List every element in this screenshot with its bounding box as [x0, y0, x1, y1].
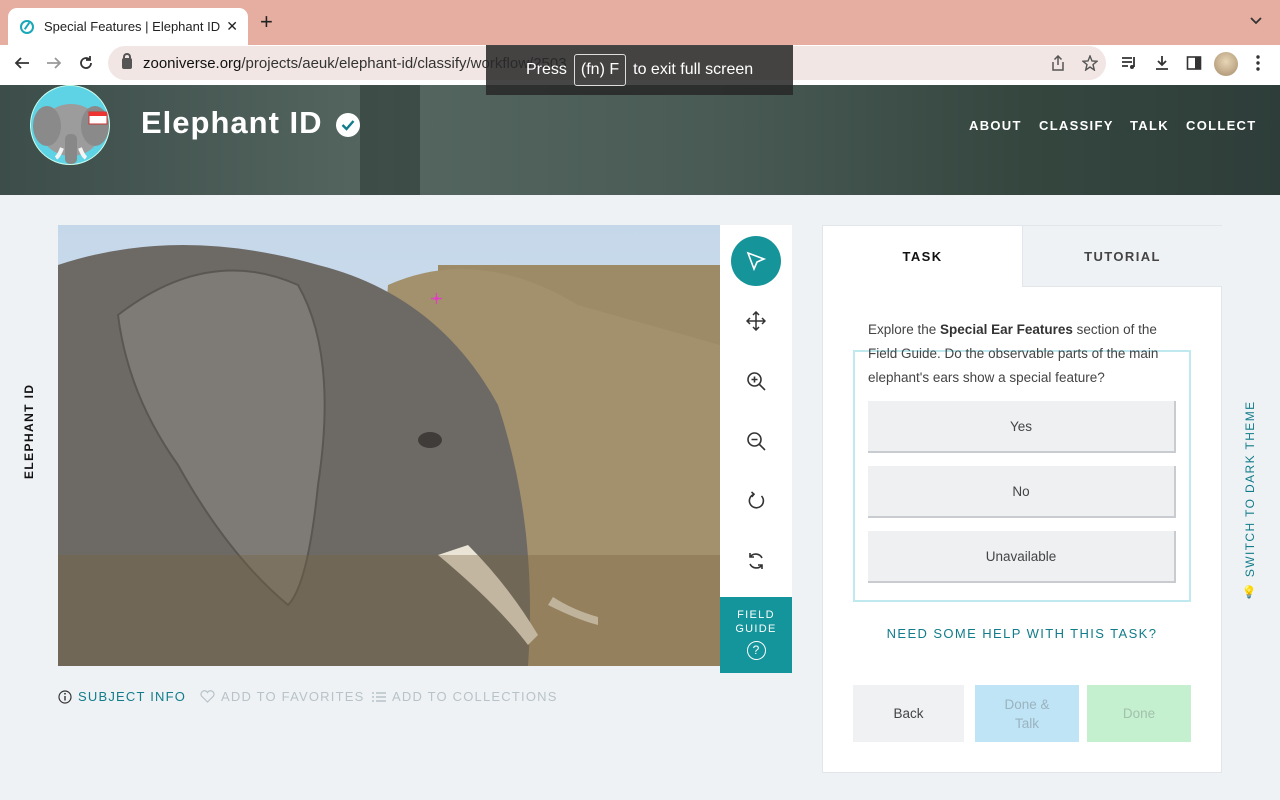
browser-tab-bar: Special Features | Elephant ID ✕ + — [0, 0, 1280, 45]
verified-check-icon — [336, 113, 360, 137]
task-question: Explore the Special Ear Features section… — [868, 322, 1159, 385]
zoom-out-icon — [747, 432, 766, 451]
back-arrow-icon[interactable] — [10, 51, 34, 75]
zoom-out-button[interactable] — [736, 421, 776, 461]
annotate-pointer-button[interactable] — [731, 236, 781, 286]
lock-icon — [122, 52, 132, 69]
answer-no-button[interactable]: No — [868, 466, 1176, 518]
subject-info-label: SUBJECT INFO — [78, 689, 187, 704]
reload-icon[interactable] — [74, 51, 98, 75]
fullscreen-notice-text-2: to exit full screen — [633, 61, 754, 78]
nav-talk[interactable]: TALK — [1130, 118, 1169, 133]
zoom-in-icon — [747, 372, 766, 391]
move-arrows-icon — [746, 311, 766, 331]
answer-unavailable-button[interactable]: Unavailable — [868, 531, 1176, 583]
tab-search-chevron-icon[interactable] — [1250, 14, 1262, 28]
field-guide-button[interactable]: FIELD GUIDE ? — [720, 597, 792, 673]
back-button[interactable]: Back — [853, 685, 964, 742]
field-guide-label: FIELD — [737, 609, 775, 621]
done-talk-label: Done & — [1004, 696, 1050, 712]
heart-icon — [200, 690, 215, 703]
nav-collect[interactable]: COLLECT — [1186, 118, 1256, 133]
subject-info-button[interactable]: SUBJECT INFO — [58, 689, 186, 704]
bookmark-star-icon[interactable] — [1079, 52, 1101, 74]
reset-icon — [749, 553, 763, 569]
fullscreen-key: (fn) F — [573, 54, 627, 86]
rotate-button[interactable] — [736, 481, 776, 521]
nav-about[interactable]: ABOUT — [969, 118, 1022, 133]
share-icon[interactable] — [1047, 52, 1069, 74]
help-question-icon: ? — [746, 641, 766, 660]
side-panel-icon[interactable] — [1183, 52, 1205, 74]
zoom-in-button[interactable] — [736, 361, 776, 401]
reset-view-button[interactable] — [736, 541, 776, 581]
download-icon[interactable] — [1151, 52, 1173, 74]
forward-arrow-icon[interactable] — [42, 51, 66, 75]
dark-theme-toggle[interactable]: 💡 SWITCH TO DARK THEME — [1240, 400, 1260, 598]
info-icon — [58, 689, 72, 704]
dark-theme-label: SWITCH TO DARK THEME — [1243, 400, 1257, 578]
subject-image[interactable] — [58, 225, 720, 666]
media-playlist-icon[interactable] — [1119, 52, 1141, 74]
browser-tab[interactable]: Special Features | Elephant ID ✕ — [8, 8, 248, 45]
fullscreen-notice-text: Press — [526, 61, 567, 78]
field-guide-label-2: GUIDE — [735, 623, 777, 635]
list-icon — [372, 691, 386, 702]
tab-tutorial[interactable]: TUTORIAL — [1022, 226, 1222, 287]
rotate-icon — [748, 491, 765, 509]
close-tab-icon[interactable]: ✕ — [226, 18, 238, 35]
add-collections-label: ADD TO COLLECTIONS — [392, 689, 558, 704]
project-side-label: ELEPHANT ID — [22, 383, 36, 479]
add-favorites-label: ADD TO FAVORITES — [221, 689, 365, 704]
nav-classify[interactable]: CLASSIFY — [1039, 118, 1114, 133]
new-tab-icon[interactable]: + — [260, 11, 273, 33]
tab-task[interactable]: TASK — [823, 226, 1022, 287]
project-title: Elephant ID — [141, 105, 323, 140]
done-button[interactable]: Done — [1087, 685, 1191, 742]
answer-yes-button[interactable]: Yes — [868, 401, 1176, 453]
done-talk-label-2: Talk — [1014, 715, 1039, 731]
fullscreen-notice: Press (fn) F to exit full screen — [486, 45, 793, 95]
done-and-talk-button[interactable]: Done & Talk — [975, 685, 1079, 742]
add-to-favorites-button[interactable]: ADD TO FAVORITES — [200, 689, 364, 704]
lightbulb-icon: 💡 — [1241, 584, 1259, 599]
crosshair-marker-icon — [431, 293, 442, 304]
project-avatar[interactable] — [30, 85, 110, 165]
add-to-collections-button[interactable]: ADD TO COLLECTIONS — [372, 689, 558, 704]
zooniverse-favicon-icon — [20, 19, 34, 34]
tab-title: Special Features | Elephant ID — [44, 19, 221, 34]
move-button[interactable] — [736, 301, 776, 341]
profile-avatar[interactable] — [1214, 52, 1238, 76]
task-help-link[interactable]: NEED SOME HELP WITH THIS TASK? — [822, 626, 1222, 641]
browser-menu-icon[interactable] — [1247, 52, 1269, 74]
cursor-arrow-icon — [746, 251, 766, 271]
